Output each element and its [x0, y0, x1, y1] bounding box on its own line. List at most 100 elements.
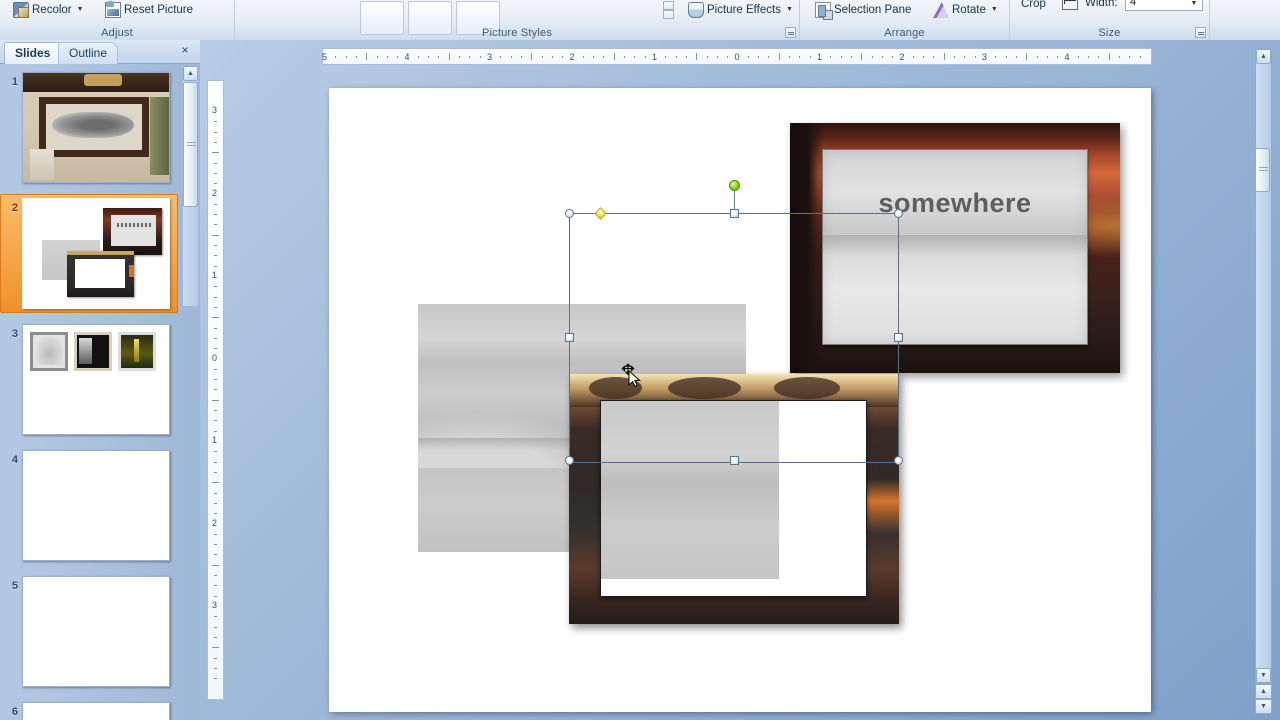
ribbon-group-adjust: Recolor ▼ Reset Picture Adjust [0, 0, 235, 40]
resize-handle-middle-left[interactable] [565, 333, 574, 342]
ruler-minor-tick [1139, 56, 1141, 58]
slide-thumb-image [22, 576, 170, 687]
selection-pane-label: Selection Pane [834, 4, 912, 16]
resize-handle-bottom-center[interactable] [730, 456, 739, 465]
ruler-minor-tick [214, 296, 217, 298]
scrollbar-grip [187, 141, 196, 148]
dark-sunset-frame-picture[interactable] [569, 374, 899, 624]
somewhere-caption: somewhere [878, 188, 1032, 218]
rotation-handle[interactable] [729, 180, 740, 191]
reset-picture-label: Reset Picture [124, 4, 194, 16]
ruler-minor-tick [335, 56, 337, 58]
editor-vertical-scrollbar[interactable]: ▲ ▼ [1255, 48, 1272, 684]
ruler-minor-tick [1026, 53, 1028, 60]
scrollbar-thumb[interactable] [1255, 148, 1270, 192]
scroll-up-button[interactable]: ▲ [183, 66, 198, 81]
sunset-frame-picture[interactable]: somewhere [790, 123, 1120, 373]
inner-white-area [600, 400, 867, 597]
tab-outline[interactable]: Outline [58, 42, 119, 64]
ruler-minor-tick [214, 626, 217, 628]
resize-handle-bottom-left[interactable] [565, 456, 574, 465]
ruler-minor-tick [1088, 56, 1090, 58]
ruler-tick-label: 1 [652, 52, 658, 62]
recolor-button[interactable]: Recolor ▼ [10, 0, 87, 20]
scroll-down-button[interactable]: ▼ [1256, 668, 1271, 683]
slide-number: 5 [11, 580, 18, 592]
ruler-minor-tick [366, 53, 368, 60]
ruler-minor-tick [214, 575, 217, 577]
ruler-tick-label: 0 [734, 52, 740, 62]
close-icon: × [181, 43, 189, 57]
slides-pane-scrollbar[interactable]: ▲ [183, 66, 198, 306]
picture-styles-dialog-launcher[interactable] [785, 27, 796, 38]
horizontal-ruler[interactable]: 5 4 3 2 1 0 1 2 3 4 [322, 48, 1152, 65]
ruler-minor-tick [214, 667, 217, 669]
slide-thumbnail-4[interactable]: 4 [0, 450, 184, 568]
slide-navigation-buttons[interactable]: ▲ ▼ [1255, 684, 1272, 714]
resize-handle-middle-right[interactable] [894, 333, 903, 342]
vertical-ruler[interactable]: 3 2 1 0 1 2 3 [207, 80, 224, 700]
chevron-down-icon[interactable]: ▼ [1188, 0, 1200, 9]
resize-handle-bottom-right[interactable] [894, 456, 903, 465]
resize-handle-top-left[interactable] [565, 209, 574, 218]
ruler-minor-tick [716, 56, 718, 58]
reset-picture-button[interactable]: Reset Picture [102, 0, 196, 20]
ruler-minor-tick [214, 492, 217, 494]
ruler-minor-tick [1005, 56, 1007, 58]
scrollbar-thumb[interactable] [183, 82, 198, 207]
ruler-minor-tick [345, 56, 347, 58]
slide-thumb-image [22, 198, 170, 309]
close-pane-button[interactable]: × [178, 44, 192, 58]
ruler-minor-tick [1015, 56, 1017, 58]
ruler-minor-tick [624, 56, 626, 58]
ruler-minor-tick [727, 56, 729, 58]
slide-thumb-image [22, 702, 170, 720]
ribbon-group-size: Crop Width: 4 ▼ Size [1010, 0, 1210, 40]
ruler-minor-tick [214, 379, 217, 381]
gallery-more-button[interactable] [663, 10, 674, 19]
slide-thumbnail-6[interactable]: 6 [0, 702, 184, 720]
ruler-minor-tick [696, 53, 698, 60]
ruler-tick-label: 2 [212, 517, 218, 528]
ruler-minor-tick [1036, 56, 1038, 58]
reset-picture-icon [102, 0, 121, 18]
ruler-tick-label: 1 [212, 270, 218, 280]
double-triangle-down-icon: ▼ [1260, 703, 1267, 710]
rotate-button[interactable]: Rotate ▼ [930, 0, 1001, 20]
ruler-minor-tick [613, 53, 615, 60]
ruler-minor-tick [214, 245, 217, 247]
ruler-minor-tick [593, 56, 595, 58]
scroll-up-button[interactable]: ▲ [1256, 49, 1271, 64]
scrollbar-track[interactable] [1255, 48, 1272, 684]
selection-pane-button[interactable]: Selection Pane [812, 0, 914, 20]
slide-thumbnail-1[interactable]: 1 [0, 72, 184, 190]
ruler-minor-tick [1129, 56, 1131, 58]
crop-button[interactable]: Crop [1018, 0, 1049, 14]
ruler-minor-tick [479, 56, 481, 58]
previous-slide-button[interactable]: ▲ [1255, 684, 1272, 699]
ruler-tick-label: 1 [212, 435, 218, 445]
slide-thumbnail-2[interactable]: 2 [0, 194, 184, 316]
gallery-scroll-up-button[interactable] [663, 1, 674, 10]
slide-thumbnail-3[interactable]: 3 [0, 324, 184, 442]
width-value: 4 [1130, 0, 1137, 8]
tab-slides[interactable]: Slides [4, 42, 62, 64]
ruler-minor-tick [954, 56, 956, 58]
slide-thumb-image [22, 450, 170, 561]
next-slide-button[interactable]: ▼ [1255, 699, 1272, 714]
resize-handle-top-right[interactable] [894, 209, 903, 218]
size-dialog-launcher[interactable] [1195, 27, 1206, 38]
triangle-up-icon: ▲ [1260, 53, 1267, 60]
slide-thumbnail-list[interactable]: 1 2 3 4 5 6 [0, 64, 184, 720]
chevron-down-icon: ▼ [990, 6, 998, 13]
picture-styles-more-buttons[interactable] [663, 1, 674, 21]
slide-canvas[interactable]: somewhere [329, 88, 1151, 712]
ruler-minor-tick [212, 152, 219, 154]
slide-thumbnail-5[interactable]: 5 [0, 576, 184, 694]
picture-effects-button[interactable]: Picture Effects ▼ [685, 0, 796, 20]
resize-handle-top-center[interactable] [730, 209, 739, 218]
width-input[interactable]: 4 ▼ [1125, 0, 1203, 11]
ruler-minor-tick [850, 56, 852, 58]
ruler-minor-tick [881, 56, 883, 58]
double-triangle-up-icon: ▲ [1260, 688, 1267, 695]
